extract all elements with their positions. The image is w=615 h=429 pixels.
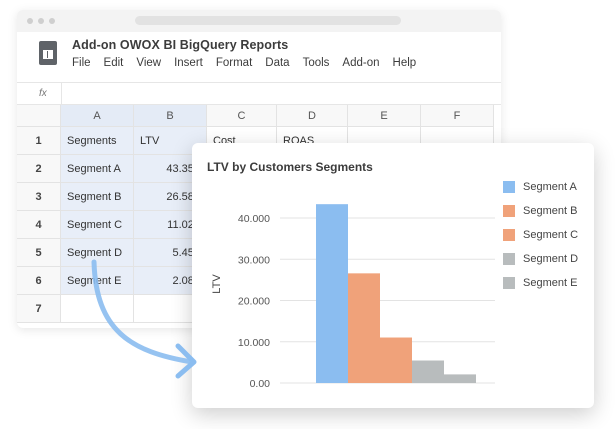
cell-a2[interactable]: Segment A: [61, 155, 134, 183]
menu-help[interactable]: Help: [393, 57, 417, 69]
menu-data[interactable]: Data: [265, 57, 289, 69]
chart-card: LTV by Customers Segments 0.00 10.000 20.0…: [192, 143, 594, 408]
address-bar[interactable]: [135, 16, 401, 25]
legend-swatch: [503, 253, 515, 265]
y-tick-label: 0.00: [250, 378, 271, 390]
menu-bar: File Edit View Insert Format Data Tools …: [72, 57, 429, 69]
cell-a4[interactable]: Segment C: [61, 211, 134, 239]
screenshot-stage: Add-on OWOX BI BigQuery Reports File Edi…: [0, 0, 615, 429]
bar-segment-a[interactable]: [316, 204, 348, 383]
column-header-e[interactable]: E: [348, 105, 421, 127]
column-header-d[interactable]: D: [277, 105, 348, 127]
y-tick-label: 10.000: [238, 337, 270, 349]
menu-file[interactable]: File: [72, 57, 91, 69]
legend-swatch: [503, 229, 515, 241]
bar-segment-c[interactable]: [380, 337, 412, 383]
column-header-f[interactable]: F: [421, 105, 494, 127]
legend-item-segment-d[interactable]: Segment D: [503, 252, 593, 266]
legend-item-segment-c[interactable]: Segment C: [503, 228, 593, 242]
row-header-2[interactable]: 2: [17, 155, 61, 183]
menu-format[interactable]: Format: [216, 57, 252, 69]
legend-label: Segment E: [523, 277, 578, 289]
cell-a3[interactable]: Segment B: [61, 183, 134, 211]
y-tick-label: 40.000: [238, 213, 270, 225]
cell-a7[interactable]: [61, 295, 134, 323]
bar-segment-b[interactable]: [348, 273, 380, 383]
row-header-7[interactable]: 7: [17, 295, 61, 323]
row-header-3[interactable]: 3: [17, 183, 61, 211]
legend-label: Segment A: [523, 181, 577, 193]
y-tick-label: 20.000: [238, 296, 270, 308]
legend-swatch: [503, 205, 515, 217]
window-minimize-dot[interactable]: [38, 18, 44, 24]
legend-item-segment-e[interactable]: Segment E: [503, 276, 593, 290]
spreadsheet-icon[interactable]: [39, 41, 57, 65]
menu-insert[interactable]: Insert: [174, 57, 203, 69]
legend-label: Segment B: [523, 205, 578, 217]
formula-bar: fx: [17, 82, 501, 105]
formula-divider: [61, 82, 62, 105]
app-header: Add-on OWOX BI BigQuery Reports File Edi…: [17, 32, 501, 83]
column-header-c[interactable]: C: [207, 105, 277, 127]
row-header-4[interactable]: 4: [17, 211, 61, 239]
legend-item-segment-b[interactable]: Segment B: [503, 204, 593, 218]
menu-view[interactable]: View: [136, 57, 161, 69]
row-header-6[interactable]: 6: [17, 267, 61, 295]
cell-a5[interactable]: Segment D: [61, 239, 134, 267]
column-header-a[interactable]: A: [61, 105, 134, 127]
bar-segment-e[interactable]: [444, 374, 476, 383]
row-header-5[interactable]: 5: [17, 239, 61, 267]
row-header-1[interactable]: 1: [17, 127, 61, 155]
menu-tools[interactable]: Tools: [303, 57, 330, 69]
formula-label: fx: [39, 88, 47, 99]
cell-a6[interactable]: Segment E: [61, 267, 134, 295]
document-title[interactable]: Add-on OWOX BI BigQuery Reports: [72, 38, 288, 52]
grid-corner[interactable]: [17, 105, 61, 127]
legend-item-segment-a[interactable]: Segment A: [503, 180, 593, 194]
bar-segment-d[interactable]: [412, 360, 444, 383]
window-close-dot[interactable]: [27, 18, 33, 24]
column-header-b[interactable]: B: [134, 105, 207, 127]
y-tick-label: 30.000: [238, 254, 270, 266]
legend-swatch: [503, 181, 515, 193]
legend-label: Segment C: [523, 229, 579, 241]
menu-edit[interactable]: Edit: [104, 57, 124, 69]
window-maximize-dot[interactable]: [49, 18, 55, 24]
legend-swatch: [503, 277, 515, 289]
y-axis-label: LTV: [211, 274, 223, 294]
menu-add-on[interactable]: Add-on: [342, 57, 379, 69]
legend-label: Segment D: [523, 253, 579, 265]
cell-a1[interactable]: Segments: [61, 127, 134, 155]
window-titlebar: [17, 10, 501, 32]
